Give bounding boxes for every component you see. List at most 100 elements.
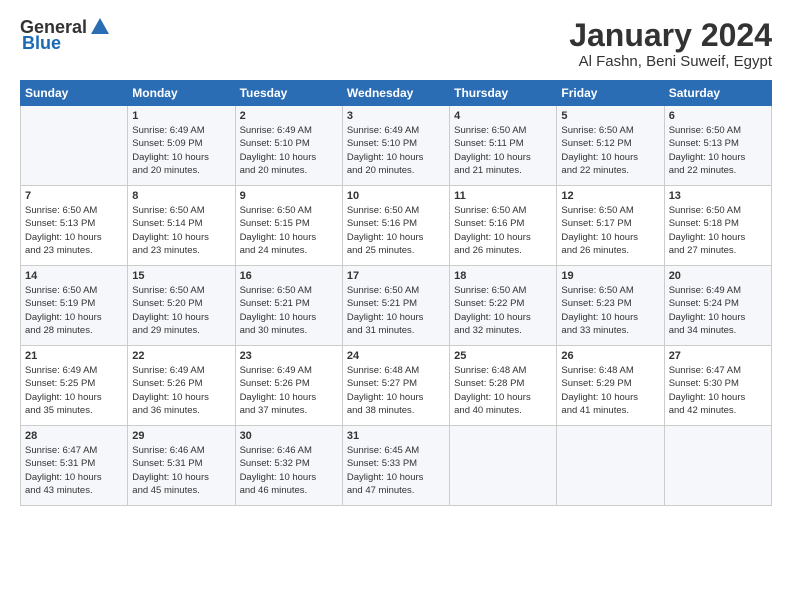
- table-row: 13 Sunrise: 6:50 AMSunset: 5:18 PMDaylig…: [664, 186, 771, 266]
- table-row: 16 Sunrise: 6:50 AMSunset: 5:21 PMDaylig…: [235, 266, 342, 346]
- day-info: Sunrise: 6:48 AMSunset: 5:27 PMDaylight:…: [347, 364, 445, 417]
- table-row: 31 Sunrise: 6:45 AMSunset: 5:33 PMDaylig…: [342, 426, 449, 506]
- table-row: [557, 426, 664, 506]
- table-row: [21, 106, 128, 186]
- day-info: Sunrise: 6:46 AMSunset: 5:31 PMDaylight:…: [132, 444, 230, 497]
- title-block: January 2024 Al Fashn, Beni Suweif, Egyp…: [569, 18, 772, 70]
- col-saturday: Saturday: [664, 81, 771, 106]
- day-info: Sunrise: 6:49 AMSunset: 5:09 PMDaylight:…: [132, 124, 230, 177]
- day-info: Sunrise: 6:46 AMSunset: 5:32 PMDaylight:…: [240, 444, 338, 497]
- table-row: [664, 426, 771, 506]
- table-row: 26 Sunrise: 6:48 AMSunset: 5:29 PMDaylig…: [557, 346, 664, 426]
- day-number: 9: [240, 190, 338, 202]
- day-number: 6: [669, 110, 767, 122]
- day-info: Sunrise: 6:50 AMSunset: 5:21 PMDaylight:…: [347, 284, 445, 337]
- day-info: Sunrise: 6:50 AMSunset: 5:14 PMDaylight:…: [132, 204, 230, 257]
- col-wednesday: Wednesday: [342, 81, 449, 106]
- day-info: Sunrise: 6:49 AMSunset: 5:26 PMDaylight:…: [132, 364, 230, 417]
- day-info: Sunrise: 6:48 AMSunset: 5:29 PMDaylight:…: [561, 364, 659, 417]
- table-row: 20 Sunrise: 6:49 AMSunset: 5:24 PMDaylig…: [664, 266, 771, 346]
- table-row: 10 Sunrise: 6:50 AMSunset: 5:16 PMDaylig…: [342, 186, 449, 266]
- day-info: Sunrise: 6:49 AMSunset: 5:25 PMDaylight:…: [25, 364, 123, 417]
- logo-icon: [89, 16, 111, 38]
- table-row: 24 Sunrise: 6:48 AMSunset: 5:27 PMDaylig…: [342, 346, 449, 426]
- table-row: [450, 426, 557, 506]
- day-info: Sunrise: 6:50 AMSunset: 5:13 PMDaylight:…: [669, 124, 767, 177]
- day-number: 14: [25, 270, 123, 282]
- day-number: 21: [25, 350, 123, 362]
- calendar-week-row: 1 Sunrise: 6:49 AMSunset: 5:09 PMDayligh…: [21, 106, 772, 186]
- table-row: 18 Sunrise: 6:50 AMSunset: 5:22 PMDaylig…: [450, 266, 557, 346]
- table-row: 21 Sunrise: 6:49 AMSunset: 5:25 PMDaylig…: [21, 346, 128, 426]
- table-row: 30 Sunrise: 6:46 AMSunset: 5:32 PMDaylig…: [235, 426, 342, 506]
- day-number: 30: [240, 430, 338, 442]
- day-info: Sunrise: 6:45 AMSunset: 5:33 PMDaylight:…: [347, 444, 445, 497]
- day-info: Sunrise: 6:49 AMSunset: 5:26 PMDaylight:…: [240, 364, 338, 417]
- table-row: 4 Sunrise: 6:50 AMSunset: 5:11 PMDayligh…: [450, 106, 557, 186]
- calendar-week-row: 28 Sunrise: 6:47 AMSunset: 5:31 PMDaylig…: [21, 426, 772, 506]
- table-row: 29 Sunrise: 6:46 AMSunset: 5:31 PMDaylig…: [128, 426, 235, 506]
- calendar-table: Sunday Monday Tuesday Wednesday Thursday…: [20, 80, 772, 506]
- table-row: 22 Sunrise: 6:49 AMSunset: 5:26 PMDaylig…: [128, 346, 235, 426]
- day-number: 31: [347, 430, 445, 442]
- day-number: 17: [347, 270, 445, 282]
- day-number: 22: [132, 350, 230, 362]
- day-info: Sunrise: 6:49 AMSunset: 5:10 PMDaylight:…: [347, 124, 445, 177]
- table-row: 1 Sunrise: 6:49 AMSunset: 5:09 PMDayligh…: [128, 106, 235, 186]
- day-number: 20: [669, 270, 767, 282]
- table-row: 23 Sunrise: 6:49 AMSunset: 5:26 PMDaylig…: [235, 346, 342, 426]
- day-number: 18: [454, 270, 552, 282]
- day-number: 3: [347, 110, 445, 122]
- day-number: 27: [669, 350, 767, 362]
- day-info: Sunrise: 6:47 AMSunset: 5:31 PMDaylight:…: [25, 444, 123, 497]
- day-info: Sunrise: 6:50 AMSunset: 5:21 PMDaylight:…: [240, 284, 338, 337]
- day-number: 11: [454, 190, 552, 202]
- day-number: 16: [240, 270, 338, 282]
- day-number: 24: [347, 350, 445, 362]
- day-info: Sunrise: 6:50 AMSunset: 5:11 PMDaylight:…: [454, 124, 552, 177]
- day-number: 7: [25, 190, 123, 202]
- day-info: Sunrise: 6:50 AMSunset: 5:20 PMDaylight:…: [132, 284, 230, 337]
- day-info: Sunrise: 6:50 AMSunset: 5:16 PMDaylight:…: [347, 204, 445, 257]
- day-info: Sunrise: 6:50 AMSunset: 5:15 PMDaylight:…: [240, 204, 338, 257]
- day-info: Sunrise: 6:48 AMSunset: 5:28 PMDaylight:…: [454, 364, 552, 417]
- day-number: 12: [561, 190, 659, 202]
- page-container: General Blue January 2024 Al Fashn, Beni…: [0, 0, 792, 518]
- calendar-week-row: 14 Sunrise: 6:50 AMSunset: 5:19 PMDaylig…: [21, 266, 772, 346]
- table-row: 11 Sunrise: 6:50 AMSunset: 5:16 PMDaylig…: [450, 186, 557, 266]
- day-number: 10: [347, 190, 445, 202]
- table-row: 12 Sunrise: 6:50 AMSunset: 5:17 PMDaylig…: [557, 186, 664, 266]
- col-friday: Friday: [557, 81, 664, 106]
- table-row: 9 Sunrise: 6:50 AMSunset: 5:15 PMDayligh…: [235, 186, 342, 266]
- day-info: Sunrise: 6:50 AMSunset: 5:12 PMDaylight:…: [561, 124, 659, 177]
- logo: General Blue: [20, 18, 111, 54]
- day-number: 8: [132, 190, 230, 202]
- day-number: 28: [25, 430, 123, 442]
- day-number: 5: [561, 110, 659, 122]
- month-title: January 2024: [569, 18, 772, 53]
- table-row: 14 Sunrise: 6:50 AMSunset: 5:19 PMDaylig…: [21, 266, 128, 346]
- table-row: 3 Sunrise: 6:49 AMSunset: 5:10 PMDayligh…: [342, 106, 449, 186]
- day-number: 15: [132, 270, 230, 282]
- day-number: 2: [240, 110, 338, 122]
- table-row: 8 Sunrise: 6:50 AMSunset: 5:14 PMDayligh…: [128, 186, 235, 266]
- col-tuesday: Tuesday: [235, 81, 342, 106]
- day-info: Sunrise: 6:50 AMSunset: 5:19 PMDaylight:…: [25, 284, 123, 337]
- day-info: Sunrise: 6:50 AMSunset: 5:17 PMDaylight:…: [561, 204, 659, 257]
- table-row: 2 Sunrise: 6:49 AMSunset: 5:10 PMDayligh…: [235, 106, 342, 186]
- logo-blue-text: Blue: [22, 34, 61, 54]
- col-thursday: Thursday: [450, 81, 557, 106]
- day-number: 26: [561, 350, 659, 362]
- table-row: 19 Sunrise: 6:50 AMSunset: 5:23 PMDaylig…: [557, 266, 664, 346]
- table-row: 25 Sunrise: 6:48 AMSunset: 5:28 PMDaylig…: [450, 346, 557, 426]
- table-row: 28 Sunrise: 6:47 AMSunset: 5:31 PMDaylig…: [21, 426, 128, 506]
- table-row: 15 Sunrise: 6:50 AMSunset: 5:20 PMDaylig…: [128, 266, 235, 346]
- day-info: Sunrise: 6:47 AMSunset: 5:30 PMDaylight:…: [669, 364, 767, 417]
- calendar-week-row: 21 Sunrise: 6:49 AMSunset: 5:25 PMDaylig…: [21, 346, 772, 426]
- day-info: Sunrise: 6:50 AMSunset: 5:18 PMDaylight:…: [669, 204, 767, 257]
- day-number: 29: [132, 430, 230, 442]
- table-row: 5 Sunrise: 6:50 AMSunset: 5:12 PMDayligh…: [557, 106, 664, 186]
- day-number: 1: [132, 110, 230, 122]
- day-info: Sunrise: 6:49 AMSunset: 5:24 PMDaylight:…: [669, 284, 767, 337]
- day-info: Sunrise: 6:50 AMSunset: 5:13 PMDaylight:…: [25, 204, 123, 257]
